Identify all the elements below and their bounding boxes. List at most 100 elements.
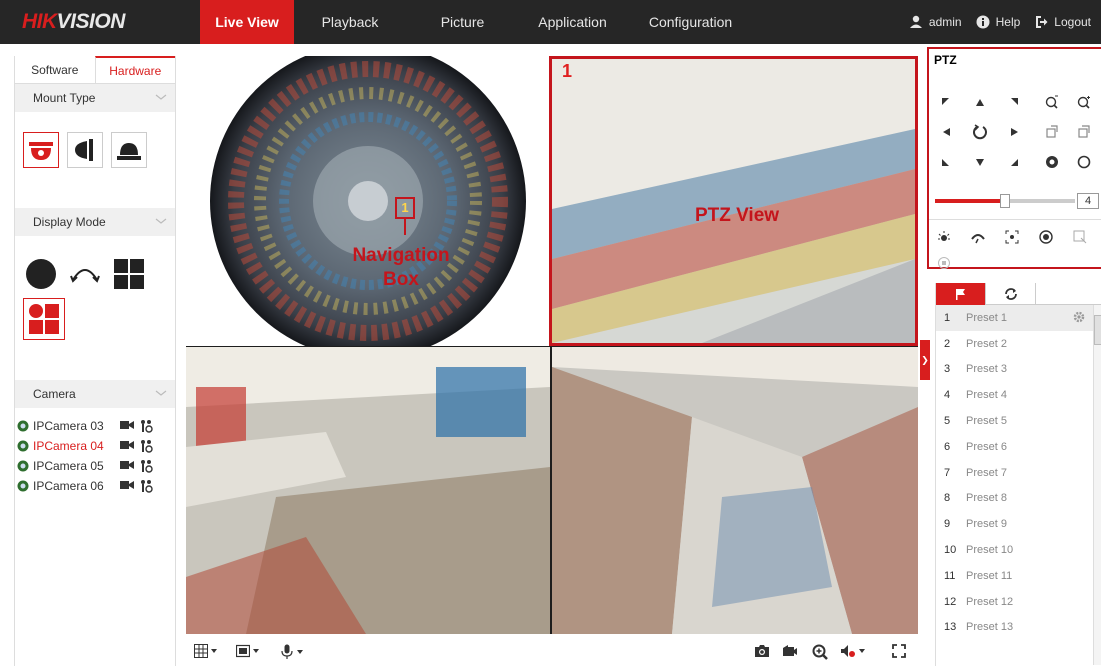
video-window-4[interactable] <box>552 347 918 634</box>
preset-item[interactable]: 8 Preset 8 <box>936 486 1101 512</box>
help-link[interactable]: Help <box>976 15 1020 29</box>
quad-view-button[interactable] <box>111 256 147 292</box>
camera-item[interactable]: IPCamera 05 <box>15 456 175 476</box>
preset-label: Preset 13 <box>966 621 1014 634</box>
preset-item[interactable]: 9 Preset 9 <box>936 511 1101 537</box>
logout-link[interactable]: Logout <box>1034 15 1091 29</box>
panorama-view-button[interactable] <box>67 256 103 292</box>
mount-type-header[interactable]: Mount Type <box>15 84 175 112</box>
scrollbar-thumb[interactable] <box>1094 315 1101 345</box>
camera-item[interactable]: IPCamera 03 <box>15 416 175 436</box>
collapse-panel-button[interactable]: ❯ <box>920 340 930 380</box>
capture-button[interactable] <box>754 644 770 658</box>
preset-number: 10 <box>944 544 957 557</box>
display-mode-header[interactable]: Display Mode <box>15 208 175 236</box>
ptz-video-window[interactable]: 1 PTZ View <box>549 56 918 346</box>
camera-item[interactable]: IPCamera 06 <box>15 476 175 496</box>
menu-circle-icon <box>938 257 950 269</box>
tab-configuration[interactable]: Configuration <box>638 0 743 44</box>
video-window-3[interactable] <box>186 347 550 634</box>
tab-software[interactable]: Software <box>15 56 95 83</box>
record-icon[interactable] <box>120 440 134 451</box>
tab-preset[interactable] <box>936 283 986 305</box>
aspect-ratio-button[interactable] <box>236 644 260 658</box>
record-icon[interactable] <box>120 460 134 471</box>
fullscreen-button[interactable] <box>892 644 906 658</box>
ptz-speed-handle[interactable] <box>1000 194 1010 208</box>
ptz-control-icon[interactable] <box>139 479 153 493</box>
ptz-up-left-button[interactable] <box>935 91 957 113</box>
preset-item[interactable]: 6 Preset 6 <box>936 434 1101 460</box>
focus-near-button[interactable] <box>1041 121 1063 143</box>
record-icon[interactable] <box>120 420 134 431</box>
zoom-in-button[interactable] <box>1073 91 1095 113</box>
lens-init-button[interactable] <box>1035 226 1057 248</box>
ptz-right-button[interactable] <box>1003 121 1025 143</box>
audio-talk-button[interactable] <box>280 644 304 660</box>
tab-patrol[interactable] <box>986 283 1036 305</box>
focus-far-button[interactable] <box>1073 121 1095 143</box>
preset-item[interactable]: 5 Preset 5 <box>936 408 1101 434</box>
digital-zoom-button[interactable] <box>812 644 828 660</box>
wall-mount-button[interactable] <box>67 132 103 168</box>
camera-header[interactable]: Camera <box>15 380 175 408</box>
user-menu[interactable]: admin <box>909 15 962 29</box>
light-button[interactable] <box>933 226 955 248</box>
zoom-out-button[interactable] <box>1041 91 1063 113</box>
camera-icon <box>17 420 29 432</box>
3d-zoom-button[interactable] <box>1069 226 1091 248</box>
ptz-up-right-button[interactable] <box>1003 91 1025 113</box>
ptz-control-icon[interactable] <box>139 439 153 453</box>
preset-scrollbar[interactable] <box>1093 305 1101 665</box>
window-layout-button[interactable] <box>194 644 218 658</box>
tab-playback[interactable]: Playback <box>310 0 390 44</box>
iris-open-button[interactable] <box>1041 151 1063 173</box>
ptz-auto-scan-button[interactable] <box>969 121 991 143</box>
fisheye-ptz-view-button[interactable] <box>23 298 65 340</box>
table-mount-button[interactable] <box>111 132 147 168</box>
wiper-button[interactable] <box>967 226 989 248</box>
preset-item[interactable]: 4 Preset 4 <box>936 382 1101 408</box>
preset-item[interactable]: 1 Preset 1 <box>936 305 1101 331</box>
tab-application[interactable]: Application <box>530 0 615 44</box>
preset-label: Preset 1 <box>966 311 1007 324</box>
ptz-down-right-button[interactable] <box>1003 151 1025 173</box>
ceiling-mount-button[interactable] <box>23 132 59 168</box>
ptz-control-icon[interactable] <box>139 419 153 433</box>
preset-item[interactable]: 7 Preset 7 <box>936 460 1101 486</box>
ptz-up-button[interactable] <box>969 91 991 113</box>
ptz-down-button[interactable] <box>969 151 991 173</box>
ptz-control-icon[interactable] <box>139 459 153 473</box>
fisheye-view-button[interactable] <box>23 256 59 292</box>
iris-close-button[interactable] <box>1073 151 1095 173</box>
record-icon[interactable] <box>120 480 134 491</box>
arrow-up-icon <box>976 98 984 106</box>
tab-picture[interactable]: Picture <box>425 0 500 44</box>
tab-live-view[interactable]: Live View <box>200 0 294 44</box>
record-button[interactable] <box>782 644 798 658</box>
gear-icon[interactable] <box>1073 311 1085 323</box>
auto-focus-button[interactable] <box>1001 226 1023 248</box>
preset-item[interactable]: 11 Preset 11 <box>936 563 1101 589</box>
ptz-left-button[interactable] <box>935 121 957 143</box>
camera-label: Camera <box>33 387 76 401</box>
camera-item[interactable]: IPCamera 04 <box>15 436 175 456</box>
volume-button[interactable] <box>840 644 866 658</box>
light-icon <box>938 231 950 241</box>
tab-hardware[interactable]: Hardware <box>94 56 175 83</box>
camera-name: IPCamera 04 <box>33 439 104 453</box>
preset-item[interactable]: 2 Preset 2 <box>936 331 1101 357</box>
ptz-down-left-button[interactable] <box>935 151 957 173</box>
navigation-box[interactable]: 1 <box>395 197 415 219</box>
preset-item[interactable]: 12 Preset 12 <box>936 589 1101 615</box>
preset-item[interactable]: 10 Preset 10 <box>936 537 1101 563</box>
preset-item[interactable]: 3 Preset 3 <box>936 357 1101 383</box>
preset-item[interactable]: 13 Preset 13 <box>936 615 1101 641</box>
menu-button[interactable] <box>933 252 955 274</box>
circle-view-icon <box>26 259 56 289</box>
ptz-view-annotation: PTZ View <box>694 205 780 226</box>
ptz-speed-slider[interactable] <box>935 194 1075 208</box>
ptz-view-image <box>552 59 915 343</box>
fisheye-video-window[interactable]: 1 Navigation Box <box>186 56 549 346</box>
panorama-icon <box>70 269 100 283</box>
